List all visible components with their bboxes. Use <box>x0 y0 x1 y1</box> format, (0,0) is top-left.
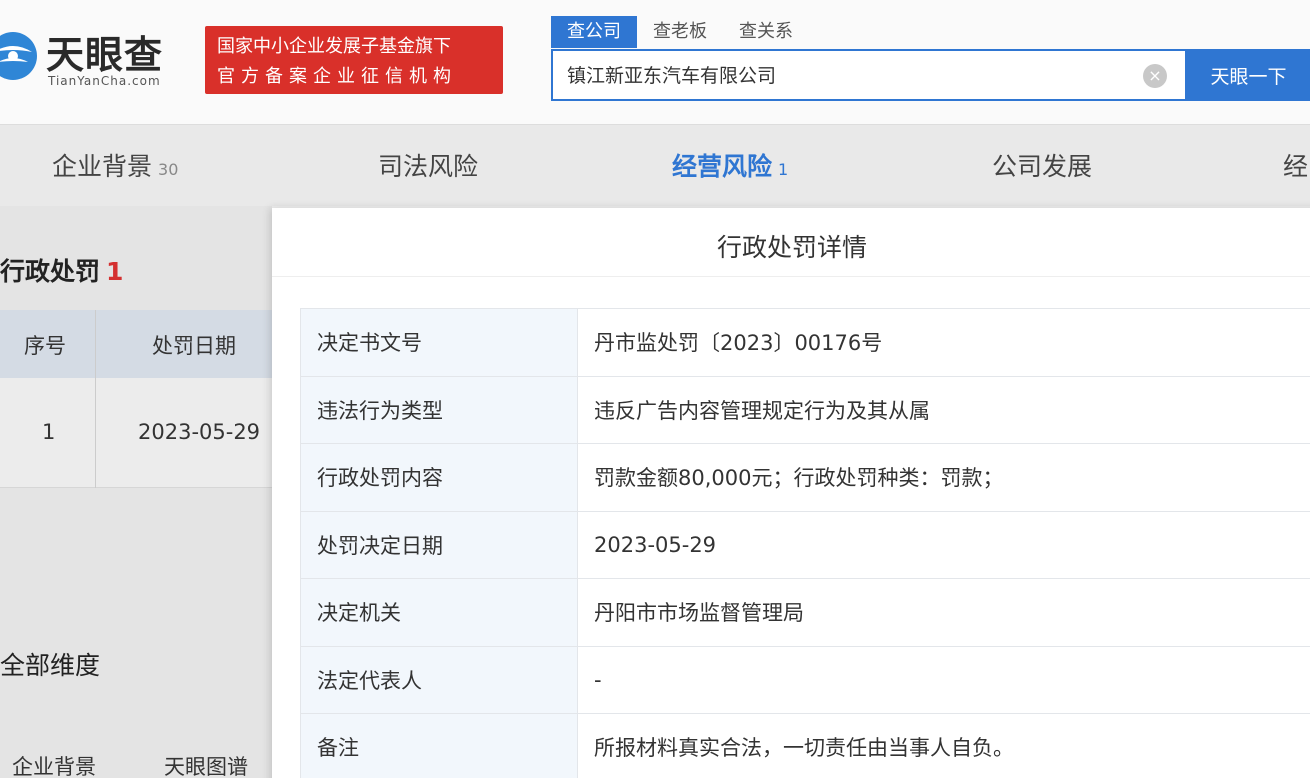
nav-item-label: 公司发展 <box>992 152 1093 181</box>
logo-subtext: TianYanCha.com <box>48 74 161 88</box>
gov-badge-line2: 官方备案企业征信机构 <box>217 66 457 87</box>
detail-row: 法定代表人 - <box>300 645 1310 714</box>
logo-text: 天眼查 <box>46 33 164 77</box>
nav-item-label: 经营风险 <box>672 152 773 181</box>
detail-value: 所报材料真实合法，一切责任由当事人自负。 <box>577 713 1310 778</box>
tab-relation[interactable]: 查关系 <box>723 16 809 48</box>
detail-key: 处罚决定日期 <box>300 510 578 579</box>
tab-company[interactable]: 查公司 <box>551 16 637 48</box>
detail-row: 决定机关 丹阳市市场监督管理局 <box>300 578 1310 647</box>
column-divider <box>95 310 96 488</box>
tab-boss[interactable]: 查老板 <box>637 16 723 48</box>
nav-item-background[interactable]: 企业背景 30 <box>52 147 178 183</box>
search-button[interactable]: 天眼一下 <box>1187 49 1310 101</box>
section-title: 行政处罚 1 <box>0 252 123 288</box>
detail-row: 处罚决定日期 2023-05-29 <box>300 510 1310 579</box>
detail-row: 备注 所报材料真实合法，一切责任由当事人自负。 <box>300 713 1310 778</box>
cell-index: 1 <box>42 420 56 444</box>
clear-icon[interactable]: × <box>1143 64 1167 88</box>
modal-title: 行政处罚详情 <box>716 233 867 262</box>
nav-item-count: 1 <box>778 160 789 179</box>
table-header: 序号 处罚日期 <box>0 310 272 378</box>
search-input[interactable] <box>567 63 1127 85</box>
column-header-index: 序号 <box>24 334 66 358</box>
nav-item-operating-risk[interactable]: 经营风险 1 <box>672 147 788 183</box>
nav-item-count: 30 <box>158 160 179 179</box>
nav-item-development[interactable]: 公司发展 <box>992 147 1092 183</box>
detail-row: 行政处罚内容 罚款金额80,000元；行政处罚种类：罚款； <box>300 443 1310 512</box>
detail-value: 丹阳市市场监督管理局 <box>577 578 1310 647</box>
search-tabs: 查公司 查老板 查关系 <box>551 16 809 50</box>
dim-tab-graph[interactable]: 天眼图谱 <box>164 751 248 778</box>
detail-row: 决定书文号 丹市监处罚〔2023〕00176号 <box>300 308 1310 377</box>
dim-tab-background[interactable]: 企业背景 <box>12 751 96 778</box>
gov-badge-line1: 国家中小企业发展子基金旗下 <box>217 36 451 57</box>
logo[interactable]: 天眼查 TianYanCha.com <box>0 18 190 98</box>
detail-table: 决定书文号 丹市监处罚〔2023〕00176号 违法行为类型 违反广告内容管理规… <box>300 308 1310 778</box>
section-count: 1 <box>106 257 124 286</box>
all-dimensions-title: 全部维度 <box>0 651 101 680</box>
detail-key: 决定书文号 <box>300 308 578 377</box>
background-content: 行政处罚 1 序号 处罚日期 1 2023-05-29 全部维度 企业背景 天眼图… <box>0 206 272 778</box>
column-header-date: 处罚日期 <box>152 334 236 358</box>
section-title-label: 行政处罚 <box>0 257 101 286</box>
detail-value: 罚款金额80,000元；行政处罚种类：罚款； <box>577 443 1310 512</box>
detail-key: 决定机关 <box>300 578 578 647</box>
header: 天眼查 TianYanCha.com 国家中小企业发展子基金旗下 官方备案企业征… <box>0 0 1310 124</box>
table-row[interactable]: 1 2023-05-29 <box>0 378 272 488</box>
penalty-detail-modal: 行政处罚详情 决定书文号 丹市监处罚〔2023〕00176号 违法行为类型 违反… <box>272 208 1310 778</box>
detail-key: 违法行为类型 <box>300 375 578 444</box>
detail-value: 违反广告内容管理规定行为及其从属 <box>577 375 1310 444</box>
modal-divider <box>272 276 1310 277</box>
nav-item-label: 司法风险 <box>378 152 479 181</box>
logo-mark-icon <box>0 32 37 80</box>
detail-row: 违法行为类型 违反广告内容管理规定行为及其从属 <box>300 375 1310 444</box>
cell-date: 2023-05-29 <box>138 420 261 444</box>
gov-badge: 国家中小企业发展子基金旗下 官方备案企业征信机构 <box>205 26 503 94</box>
detail-value: 2023-05-29 <box>577 510 1310 579</box>
nav-item-label: 企业背景 <box>52 152 153 181</box>
search-box: × <box>551 49 1187 101</box>
detail-value: 丹市监处罚〔2023〕00176号 <box>577 308 1310 377</box>
detail-value: - <box>577 645 1310 714</box>
detail-key: 备注 <box>300 713 578 778</box>
nav-item-more[interactable]: 经 <box>1283 147 1308 183</box>
main-nav: 企业背景 30 司法风险 经营风险 1 公司发展 经 <box>0 124 1310 206</box>
detail-key: 法定代表人 <box>300 645 578 714</box>
nav-item-judicial-risk[interactable]: 司法风险 <box>378 147 478 183</box>
nav-item-label: 经 <box>1283 152 1309 181</box>
detail-key: 行政处罚内容 <box>300 443 578 512</box>
